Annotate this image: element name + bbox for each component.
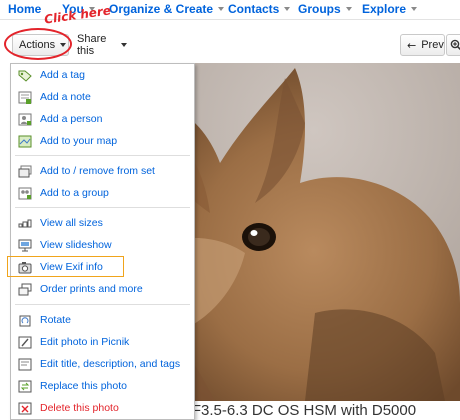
nav-contacts[interactable]: Contacts <box>228 2 291 16</box>
zoom-icon <box>450 39 460 51</box>
delete-icon <box>18 402 32 414</box>
chevron-down-icon <box>345 7 352 11</box>
menu-item-label: Edit title, description, and tags <box>40 358 181 370</box>
menu-item-add-map[interactable]: Add to your map <box>11 131 194 151</box>
menu-item-edit-picnik[interactable]: Edit photo in Picnik <box>11 332 194 352</box>
nav-explore-label: Explore <box>362 2 407 16</box>
menu-item-label: Rotate <box>40 314 71 326</box>
note-icon <box>18 91 32 104</box>
nav-organize-label: Organize & Create <box>109 2 214 16</box>
menu-item-label: Edit photo in Picnik <box>40 336 130 348</box>
tag-icon <box>18 70 32 82</box>
menu-item-label: Add a person <box>40 113 103 125</box>
menu-item-add-person[interactable]: Add a person <box>11 109 194 129</box>
prints-icon <box>18 283 32 295</box>
menu-item-label: Add to a group <box>40 187 109 199</box>
menu-item-label: View all sizes <box>40 217 103 229</box>
menu-item-edit-title[interactable]: Edit title, description, and tags <box>11 354 194 374</box>
menu-item-delete-photo[interactable]: Delete this photo <box>11 398 194 418</box>
nav-groups[interactable]: Groups <box>298 2 352 16</box>
menu-item-add-to-set[interactable]: Add to / remove from set <box>11 161 194 181</box>
menu-separator <box>15 207 190 208</box>
menu-item-view-slideshow[interactable]: View slideshow <box>11 235 194 255</box>
sizes-icon <box>18 219 32 227</box>
nav-groups-label: Groups <box>298 2 341 16</box>
actions-menu: Add a tag Add a note Add a person Add to… <box>10 63 195 420</box>
menu-item-label: Order prints and more <box>40 283 143 295</box>
nav-contacts-label: Contacts <box>228 2 280 16</box>
slideshow-icon <box>18 239 32 251</box>
share-button[interactable]: Share this <box>70 33 134 57</box>
edit-icon <box>18 358 32 370</box>
nav-home-label: Home <box>8 2 42 16</box>
replace-icon <box>18 380 32 392</box>
menu-item-add-note[interactable]: Add a note <box>11 87 194 107</box>
arrow-left-icon: ← <box>407 38 417 52</box>
group-icon <box>18 187 32 199</box>
chevron-down-icon <box>284 7 291 11</box>
picnik-icon <box>18 336 32 348</box>
prev-button[interactable]: ← Prev <box>400 34 445 56</box>
nav-explore[interactable]: Explore <box>362 2 418 16</box>
menu-separator <box>15 304 190 305</box>
menu-item-label: Add a tag <box>40 69 85 81</box>
menu-item-label: Add to / remove from set <box>40 165 155 177</box>
annotation-ellipse <box>4 28 72 60</box>
menu-item-add-to-group[interactable]: Add to a group <box>11 183 194 203</box>
caret-down-icon <box>121 43 127 47</box>
chevron-down-icon <box>411 7 418 11</box>
nav-home[interactable]: Home <box>8 2 41 16</box>
menu-item-view-all-sizes[interactable]: View all sizes <box>11 213 194 233</box>
menu-item-order-prints[interactable]: Order prints and more <box>11 279 194 299</box>
set-icon <box>18 165 32 177</box>
share-label: Share this <box>77 33 107 57</box>
menu-item-label: Add a note <box>40 91 91 103</box>
menu-item-label: Replace this photo <box>40 380 127 392</box>
prev-label: Prev <box>421 39 444 51</box>
map-icon <box>18 135 32 147</box>
menu-item-replace-photo[interactable]: Replace this photo <box>11 376 194 396</box>
menu-item-add-tag[interactable]: Add a tag <box>11 65 194 85</box>
rotate-icon <box>19 315 31 326</box>
menu-item-label: Delete this photo <box>40 402 119 414</box>
zoom-button[interactable] <box>446 34 460 56</box>
menu-item-rotate[interactable]: Rotate <box>11 310 194 330</box>
menu-separator <box>15 155 190 156</box>
chevron-down-icon <box>218 7 225 11</box>
menu-item-label: Add to your map <box>40 135 118 147</box>
menu-item-label: View slideshow <box>40 239 112 251</box>
nav-organize[interactable]: Organize & Create <box>109 2 225 16</box>
exif-highlight <box>7 256 124 277</box>
person-icon <box>18 113 32 125</box>
